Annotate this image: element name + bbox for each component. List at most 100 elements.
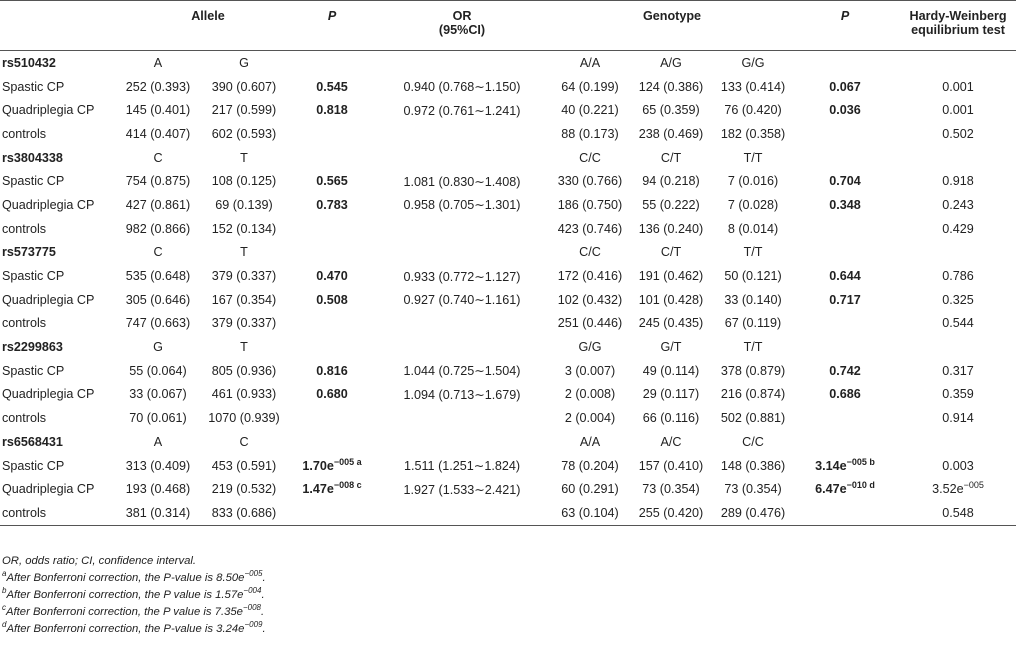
empty-cell: [900, 51, 1016, 75]
hwe-value: 0.325: [942, 292, 974, 307]
genotype-3-count: 73 (0.354): [724, 482, 782, 497]
data-row: Spastic CP 313 (0.409) 453 (0.591) 1.70e−00…: [0, 454, 1016, 478]
allele-1-count: 982 (0.866): [125, 221, 191, 236]
data-row: Spastic CP 535 (0.648) 379 (0.337) 0.470 0.9…: [0, 264, 1016, 288]
allele-p-value: 0.783: [316, 197, 348, 212]
genotype-1-count: 3 (0.007): [564, 363, 616, 378]
allele-p-value-exponent: −005 a: [333, 456, 362, 467]
allele-p-value: 1.47e−008 c: [294, 477, 370, 501]
genotype-3-count: 67 (0.119): [724, 316, 782, 331]
allele-1-header: C: [153, 150, 163, 165]
empty-cell: [294, 51, 370, 75]
allele-2-header: C: [239, 434, 249, 449]
empty-cell: [790, 51, 900, 75]
genotype-3-count: 133 (0.414): [720, 79, 786, 94]
footnote-b-end: .: [261, 589, 265, 601]
data-row: Quadriplegia CP 305 (0.646) 167 (0.354) 0.5…: [0, 288, 1016, 312]
empty-cell: [900, 430, 1016, 454]
allele-2-count: 602 (0.593): [211, 126, 277, 141]
data-row: Spastic CP 252 (0.393) 390 (0.607) 0.545 0.9…: [0, 75, 1016, 99]
header-or: OR (95%CI): [370, 1, 554, 51]
odds-ratio: 1.511 (1.251∼1.824): [403, 459, 521, 474]
genotype-2-count: 29 (0.117): [642, 387, 700, 402]
snp-row: rs573775 C T C/C C/T T/T: [0, 241, 1016, 265]
genotype-1-count: 102 (0.432): [557, 292, 623, 307]
group-label: Spastic CP: [2, 269, 65, 284]
genotype-p-value: 3.14e−005 b: [790, 454, 900, 478]
allele-1-count: 313 (0.409): [125, 458, 191, 473]
footnote-b-text: After Bonferroni correction, the P value…: [6, 589, 244, 601]
allele-2-count: 379 (0.337): [211, 269, 277, 284]
allele-p-value-exponent: −008 c: [333, 480, 362, 491]
odds-ratio: [370, 501, 554, 525]
hwe-value: 0.003: [942, 458, 974, 473]
data-row: controls 381 (0.314) 833 (0.686) 63 (0.104)…: [0, 501, 1016, 526]
hwe-value: 0.243: [942, 197, 974, 212]
genotype-2-count: 238 (0.469): [638, 126, 704, 141]
odds-ratio: 0.940 (0.768∼1.150): [403, 80, 521, 95]
hwe-value: 0.317: [942, 363, 974, 378]
genotype-p-value: [790, 406, 900, 430]
snp-association-table: Allele P OR (95%CI) Genotype P Hardy-Wei…: [0, 0, 1016, 526]
genotype-3-header: T/T: [743, 340, 763, 355]
allele-p-value: [294, 501, 370, 525]
genotype-p-value: 6.47e−010 d: [790, 477, 900, 501]
data-row: Quadriplegia CP 193 (0.468) 219 (0.532) 1.4…: [0, 477, 1016, 501]
allele-1-count: 427 (0.861): [125, 197, 191, 212]
allele-2-count: 217 (0.599): [211, 103, 277, 118]
genotype-1-count: 2 (0.004): [564, 411, 616, 426]
table-body: rs510432 A G A/A A/G G/G Spastic CP 252 (0.393)…: [0, 51, 1016, 526]
group-label: controls: [2, 221, 47, 236]
genotype-1-count: 64 (0.199): [561, 79, 619, 94]
group-label: Spastic CP: [2, 363, 65, 378]
header-blank: [0, 1, 122, 51]
footnote-a-text: After Bonferroni correction, the P-value…: [6, 572, 245, 584]
genotype-1-count: 88 (0.173): [561, 126, 619, 141]
odds-ratio: 0.933 (0.772∼1.127): [403, 269, 521, 284]
genotype-2-count: 191 (0.462): [638, 269, 704, 284]
group-label: Quadriplegia CP: [2, 103, 95, 118]
genotype-2-count: 157 (0.410): [638, 458, 704, 473]
allele-p-value-base: 1.70e: [302, 458, 334, 473]
results-table-container: Allele P OR (95%CI) Genotype P Hardy-Wei…: [0, 0, 1016, 526]
odds-ratio: [370, 122, 554, 146]
genotype-1-count: 78 (0.204): [561, 458, 619, 473]
empty-cell: [790, 146, 900, 170]
data-row: controls 414 (0.407) 602 (0.593) 88 (0.173)…: [0, 122, 1016, 146]
footnote-a: aAfter Bonferroni correction, the P-valu…: [2, 570, 266, 587]
allele-1-count: 33 (0.067): [129, 387, 187, 402]
allele-p-value: 0.680: [316, 387, 348, 402]
allele-p-value: 0.545: [316, 79, 348, 94]
genotype-1-count: 60 (0.291): [561, 482, 619, 497]
footnote-c-text: After Bonferroni correction, the P value…: [6, 606, 243, 618]
group-label: Quadriplegia CP: [2, 197, 95, 212]
snp-name: rs3804338: [2, 150, 63, 165]
empty-cell: [900, 241, 1016, 265]
footnote-a-exp: −005: [244, 569, 263, 579]
hwe-value-exponent: −005: [963, 480, 984, 491]
genotype-2-count: 245 (0.435): [638, 316, 704, 331]
allele-2-header: T: [240, 150, 248, 165]
group-label: Spastic CP: [2, 174, 65, 189]
genotype-3-count: 7 (0.016): [727, 174, 779, 189]
allele-p-value: [294, 122, 370, 146]
odds-ratio: 1.927 (1.533∼2.421): [403, 482, 521, 497]
odds-ratio: 1.044 (0.725∼1.504): [403, 364, 521, 379]
genotype-2-count: 66 (0.116): [642, 411, 700, 426]
data-row: Quadriplegia CP 33 (0.067) 461 (0.933) 0.68…: [0, 383, 1016, 407]
hwe-value: 0.544: [942, 316, 974, 331]
group-label: Spastic CP: [2, 458, 65, 473]
group-label: controls: [2, 316, 47, 331]
table-header: Allele P OR (95%CI) Genotype P Hardy-Wei…: [0, 0, 1016, 51]
genotype-3-count: 50 (0.121): [724, 269, 782, 284]
allele-1-header: G: [153, 340, 163, 355]
genotype-2-header: A/C: [660, 434, 682, 449]
genotype-p-value: [790, 501, 900, 525]
genotype-3-header: C/C: [742, 434, 764, 449]
odds-ratio: [370, 406, 554, 430]
data-row: controls 982 (0.866) 152 (0.134) 423 (0.746…: [0, 217, 1016, 241]
allele-p-value: 0.565: [316, 174, 348, 189]
genotype-3-count: 289 (0.476): [720, 505, 786, 520]
genotype-2-count: 124 (0.386): [638, 79, 704, 94]
genotype-p-value: 0.036: [829, 103, 861, 118]
